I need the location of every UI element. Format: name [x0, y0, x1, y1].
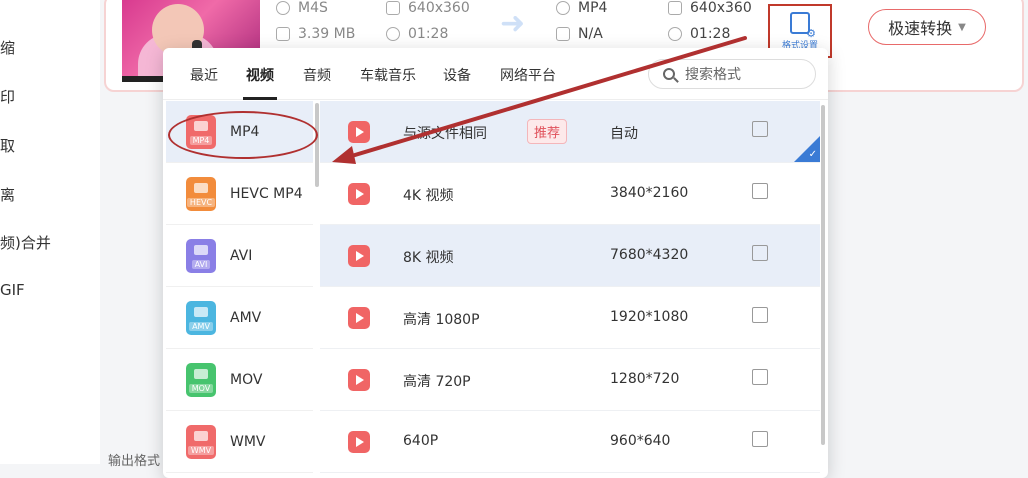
target-resolution-text: 640x360	[690, 0, 752, 16]
output-format-label: 输出格式	[108, 454, 161, 469]
recommended-badge: 推荐	[527, 119, 568, 144]
quality-row-same-as-source[interactable]: 与源文件相同 推荐 自动 ✓	[320, 101, 820, 163]
video-icon	[348, 183, 370, 205]
fast-convert-button[interactable]: 极速转换 ▼	[868, 9, 986, 45]
format-search-input[interactable]: 搜索格式	[648, 59, 816, 89]
clock-icon	[386, 27, 400, 41]
target-format-text: MP4	[578, 0, 608, 16]
source-resolution: 640x360	[386, 0, 470, 16]
video-icon	[348, 431, 370, 453]
sidebar: 缩 印 取 离 频)合并 GIF	[0, 0, 100, 464]
convert-arrow-icon: ➜	[500, 6, 526, 41]
file-size-icon	[556, 27, 570, 41]
quality-row-1080p[interactable]: 高清 1080P 1920*1080	[320, 287, 820, 349]
sidebar-item-watermark[interactable]: 印	[0, 86, 15, 107]
target-format: MP4	[556, 0, 607, 16]
quality-list: 与源文件相同 推荐 自动 ✓ 4K 视频 3840*2160 8K 视频 768…	[320, 101, 820, 478]
amv-icon: AMV	[186, 300, 216, 335]
hevc-mp4-icon: HEVC	[186, 176, 216, 211]
sidebar-item-extract[interactable]: 取	[0, 135, 15, 156]
search-placeholder: 搜索格式	[685, 67, 741, 83]
quality-name: 高清 1080P	[403, 312, 480, 328]
search-icon	[663, 68, 675, 80]
format-name: AMV	[230, 309, 262, 326]
quality-row-720p[interactable]: 高清 720P 1280*720	[320, 349, 820, 411]
edit-icon[interactable]	[752, 183, 768, 199]
wmv-icon: WMV	[186, 424, 216, 459]
format-name: HEVC MP4	[230, 185, 303, 202]
video-icon	[348, 121, 370, 143]
tab-device[interactable]: 设备	[443, 65, 471, 85]
edit-icon[interactable]	[752, 369, 768, 385]
mov-icon: MOV	[186, 362, 216, 397]
sidebar-item-separate[interactable]: 离	[0, 184, 15, 205]
target-size: N/A	[556, 26, 603, 42]
quality-name: 640P	[403, 433, 439, 449]
edit-icon[interactable]	[752, 121, 768, 137]
target-duration-text: 01:28	[690, 26, 731, 42]
format-item-mov[interactable]: MOV MOV	[166, 349, 313, 411]
format-icon	[556, 1, 570, 15]
resolution-icon	[668, 1, 682, 15]
video-icon	[348, 245, 370, 267]
quality-resolution: 3840*2160	[610, 185, 689, 201]
quality-row-4k[interactable]: 4K 视频 3840*2160	[320, 163, 820, 225]
source-duration-text: 01:28	[408, 26, 449, 42]
tab-recent[interactable]: 最近	[190, 65, 218, 85]
source-size: 3.39 MB	[276, 26, 355, 42]
video-icon	[348, 307, 370, 329]
format-tabs: 最近 视频 音频 车载音乐 设备 网络平台 搜索格式	[163, 48, 828, 100]
source-size-text: 3.39 MB	[298, 26, 356, 42]
check-mark-icon: ✓	[808, 149, 817, 160]
format-settings-icon	[790, 11, 816, 40]
source-resolution-text: 640x360	[408, 0, 470, 16]
quality-name: 与源文件相同	[403, 126, 487, 142]
format-item-hevc-mp4[interactable]: HEVC HEVC MP4	[166, 163, 313, 225]
quality-name: 8K 视频	[403, 250, 454, 266]
sidebar-item-compress[interactable]: 缩	[0, 37, 15, 58]
edit-icon[interactable]	[752, 307, 768, 323]
quality-name: 4K 视频	[403, 188, 454, 204]
avi-icon: AVI	[186, 238, 216, 273]
video-icon	[348, 369, 370, 391]
quality-resolution: 960*640	[610, 433, 671, 449]
format-list-scrollbar[interactable]	[315, 103, 319, 187]
active-tab-indicator	[243, 97, 277, 100]
chevron-down-icon[interactable]: ▼	[958, 22, 966, 33]
tab-web-platform[interactable]: 网络平台	[500, 65, 556, 85]
sidebar-item-merge[interactable]: 频)合并	[0, 232, 51, 253]
resolution-icon	[386, 1, 400, 15]
quality-name: 高清 720P	[403, 374, 471, 390]
clock-icon	[668, 27, 682, 41]
quality-resolution: 1280*720	[610, 371, 680, 387]
format-item-avi[interactable]: AVI AVI	[166, 225, 313, 287]
sidebar-item-gif[interactable]: GIF	[0, 281, 25, 299]
format-item-amv[interactable]: AMV AMV	[166, 287, 313, 349]
target-size-text: N/A	[578, 26, 603, 42]
edit-icon[interactable]	[752, 245, 768, 261]
quality-list-scrollbar[interactable]	[821, 105, 825, 445]
target-duration: 01:28	[668, 26, 730, 42]
tab-video[interactable]: 视频	[246, 65, 274, 85]
mp4-highlight-ellipse	[168, 111, 318, 159]
tab-audio[interactable]: 音频	[303, 65, 331, 85]
format-name: AVI	[230, 247, 253, 264]
format-name: MOV	[230, 371, 263, 388]
format-icon	[276, 1, 290, 15]
file-size-icon	[276, 27, 290, 41]
tab-car-music[interactable]: 车载音乐	[360, 65, 416, 85]
edit-icon[interactable]	[752, 431, 768, 447]
format-name: WMV	[230, 433, 266, 450]
quality-resolution: 自动	[610, 126, 638, 142]
quality-resolution: 1920*1080	[610, 309, 689, 325]
source-duration: 01:28	[386, 26, 448, 42]
source-format: M4S	[276, 0, 328, 16]
source-format-text: M4S	[298, 0, 328, 16]
quality-resolution: 7680*4320	[610, 247, 689, 263]
quality-row-8k[interactable]: 8K 视频 7680*4320	[320, 225, 820, 287]
target-resolution: 640x360	[668, 0, 752, 16]
fast-convert-label: 极速转换	[888, 19, 953, 38]
